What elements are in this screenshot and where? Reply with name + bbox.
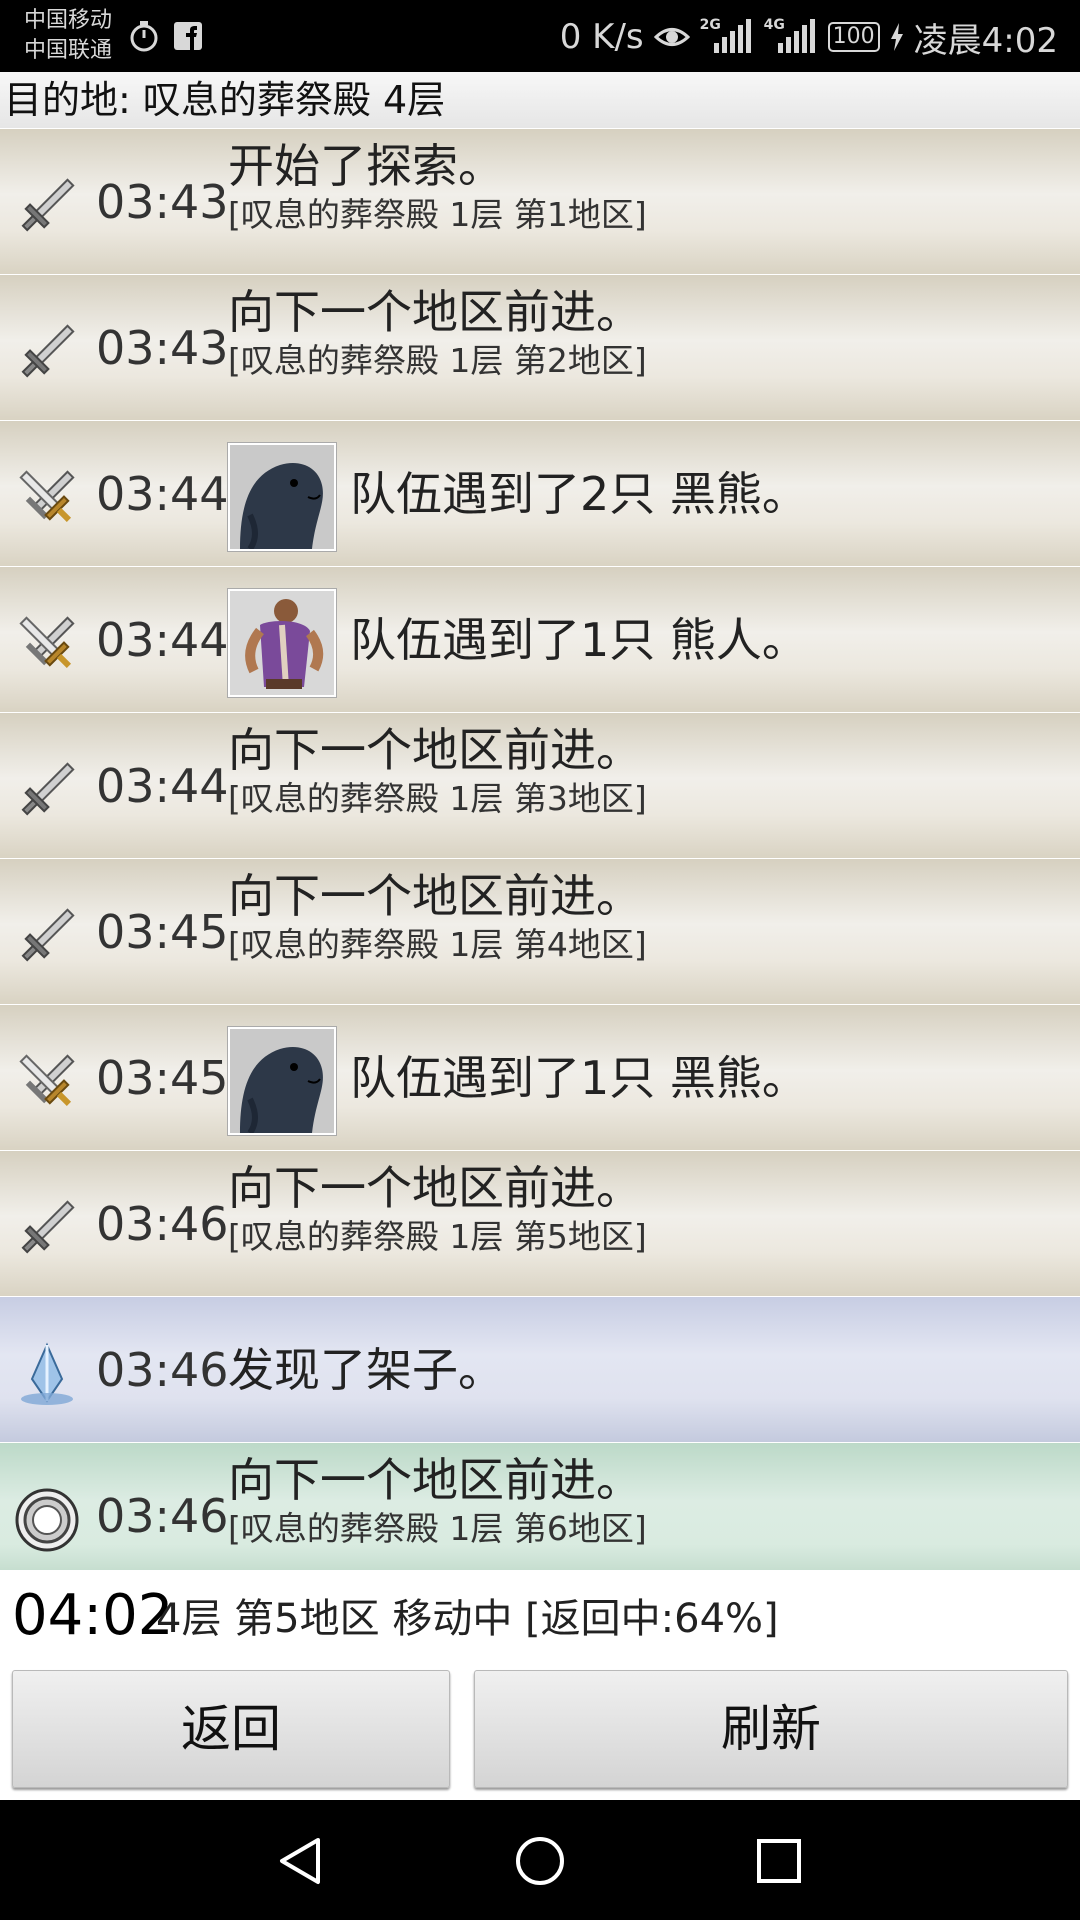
log-row[interactable]: 03:46 向下一个地区前进。 [叹息的葬祭殿 1层 第5地区] [0,1150,1080,1296]
crystal-icon [12,1339,82,1409]
log-row[interactable]: 03:44 队伍遇到了2只 黑熊。 [0,420,1080,566]
net-speed: 0 K/s [559,17,644,57]
log-time: 03:46 [96,1343,229,1397]
charging-bolt-icon [890,23,903,51]
log-message: 向下一个地区前进。 [228,1161,642,1215]
log-time: 03:44 [96,613,229,667]
log-message: 向下一个地区前进。 [228,285,642,339]
log-location: [叹息的葬祭殿 1层 第4地区] [228,925,647,964]
black-bear-avatar [228,1027,336,1135]
portal-ring-icon [12,1485,82,1555]
log-time: 03:46 [96,1197,229,1251]
bearman-avatar [228,589,336,697]
log-message: 队伍遇到了1只 熊人。 [350,613,808,667]
app-screen: 目的地: 叹息的葬祭殿 4层 03:43 开始了探索。 [叹息的葬祭殿 1层 第1地… [0,72,1080,1800]
timer-icon [130,21,158,52]
footer-status: 4层 第5地区 移动中 [返回中:64%] [156,1596,779,1642]
sword-icon [12,171,82,241]
exploration-log[interactable]: 03:43 开始了探索。 [叹息的葬祭殿 1层 第1地区] 03:43 向下一个地区前进… [0,128,1080,1588]
footer-panel: 04:02 4层 第5地区 移动中 [返回中:64%] 返回 刷新 [0,1570,1080,1800]
carrier-labels: 中国移动 中国联通 [24,6,112,66]
log-row[interactable]: 03:44 向下一个地区前进。 [叹息的葬祭殿 1层 第3地区] [0,712,1080,858]
carrier-1: 中国移动 [24,8,113,33]
log-message: 队伍遇到了2只 黑熊。 [350,467,808,521]
sword-icon [12,317,82,387]
log-time: 03:45 [96,905,229,959]
crossed-swords-icon [12,463,82,533]
log-message: 向下一个地区前进。 [228,1453,642,1507]
clock: 凌晨4:02 [913,20,1058,61]
log-row[interactable]: 03:45 队伍遇到了1只 黑熊。 [0,1004,1080,1150]
crossed-swords-icon [12,609,82,679]
log-row[interactable]: 03:46 发现了架子。 [0,1296,1080,1442]
log-row[interactable]: 03:43 向下一个地区前进。 [叹息的葬祭殿 1层 第2地区] [0,274,1080,420]
carrier-2: 中国联通 [24,38,113,63]
status-bar: 中国移动 中国联通 0 K/s 2G 4G 100 凌晨4:02 [0,0,1080,72]
log-row[interactable]: 03:46 向下一个地区前进。 [叹息的葬祭殿 1层 第6地区] [0,1442,1080,1588]
sword-icon [12,1193,82,1263]
log-message: 开始了探索。 [228,139,504,193]
refresh-button[interactable]: 刷新 [474,1670,1068,1788]
log-location: [叹息的葬祭殿 1层 第5地区] [228,1217,647,1256]
log-row[interactable]: 03:44 队伍遇到了1只 熊人。 [0,566,1080,712]
log-location: [叹息的葬祭殿 1层 第3地区] [228,779,647,818]
log-time: 03:43 [96,175,229,229]
home-circle-icon[interactable] [513,1834,567,1888]
back-triangle-icon[interactable] [274,1834,328,1888]
log-location: [叹息的葬祭殿 1层 第2地区] [228,341,647,380]
android-nav-bar [0,1800,1080,1920]
log-message: 向下一个地区前进。 [228,869,642,923]
log-row[interactable]: 03:43 开始了探索。 [叹息的葬祭殿 1层 第1地区] [0,128,1080,274]
eye-icon [653,28,690,46]
log-message: 队伍遇到了1只 黑熊。 [350,1051,808,1105]
black-bear-avatar [228,443,336,551]
sword-icon [12,755,82,825]
log-time: 03:45 [96,1051,229,1105]
log-time: 03:44 [96,759,229,813]
status-right: 0 K/s 2G 4G 100 凌晨4:02 [560,12,1058,62]
crossed-swords-icon [12,1047,82,1117]
signal-2g-icon: 2G [700,17,754,57]
facebook-icon [174,22,202,50]
recents-square-icon[interactable] [752,1834,806,1888]
log-time: 03:43 [96,321,229,375]
signal-4g-icon: 4G [764,17,818,57]
log-time: 03:46 [96,1489,229,1543]
log-time: 03:44 [96,467,229,521]
destination-header: 目的地: 叹息的葬祭殿 4层 [0,72,1080,128]
back-button[interactable]: 返回 [12,1670,450,1788]
log-row[interactable]: 03:45 向下一个地区前进。 [叹息的葬祭殿 1层 第4地区] [0,858,1080,1004]
footer-time: 04:02 [12,1583,174,1648]
log-message: 发现了架子。 [228,1343,504,1397]
log-location: [叹息的葬祭殿 1层 第6地区] [228,1509,647,1548]
battery-icon: 100 [827,22,880,52]
sword-icon [12,901,82,971]
log-location: [叹息的葬祭殿 1层 第1地区] [228,195,647,234]
log-message: 向下一个地区前进。 [228,723,642,777]
